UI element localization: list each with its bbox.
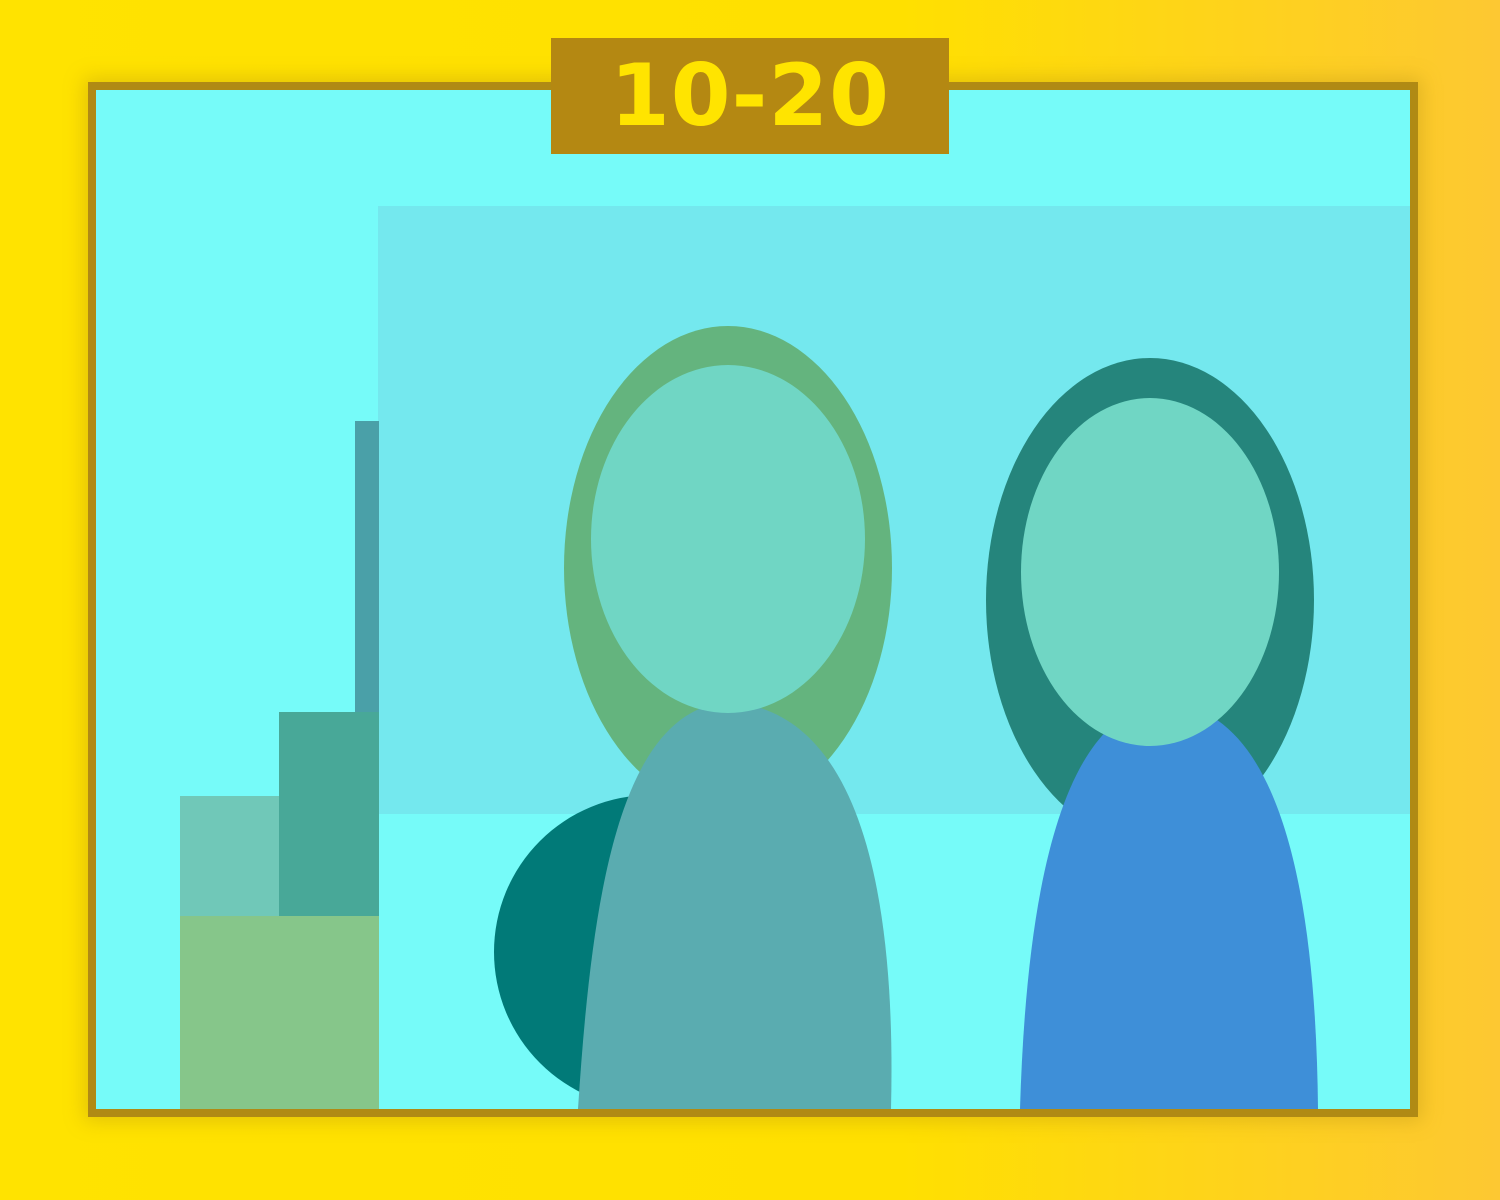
box-tall	[279, 712, 379, 920]
box-bottom	[180, 916, 379, 1109]
illustration-scene	[96, 90, 1410, 1109]
title-plate: 10-20	[551, 38, 949, 154]
left-person-face	[591, 365, 865, 713]
pole	[355, 421, 379, 721]
box-small	[180, 796, 280, 920]
right-person-face	[1021, 398, 1279, 746]
title-text: 10-20	[609, 46, 891, 146]
picture-frame	[88, 82, 1418, 1117]
